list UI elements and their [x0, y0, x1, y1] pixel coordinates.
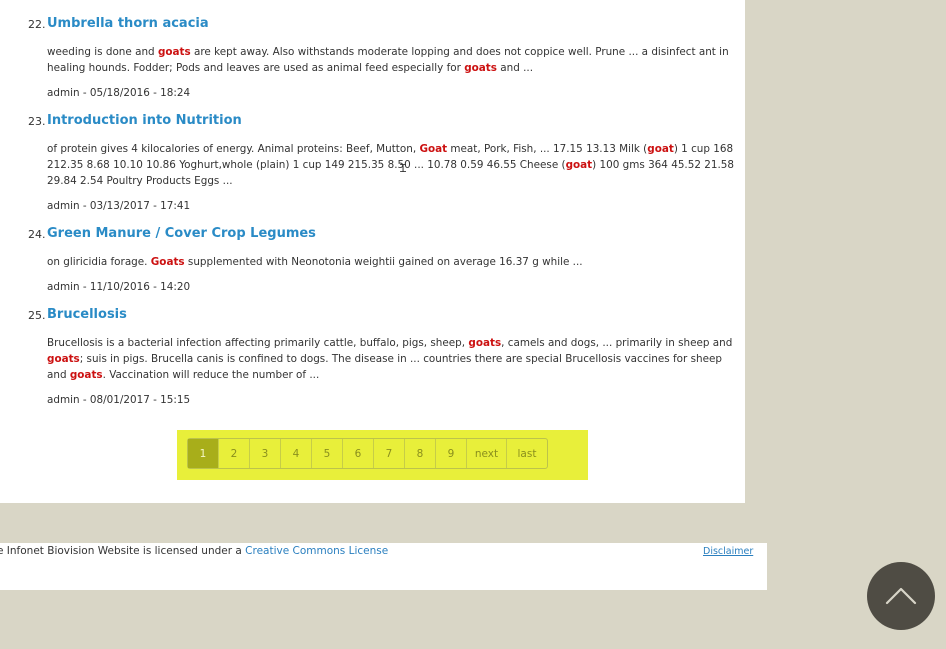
snippet-text: supplemented with Neonotonia weightii ga… [184, 256, 583, 268]
result-meta: admin - 03/13/2017 - 17:41 [47, 200, 191, 212]
result-title-link[interactable]: Umbrella thorn acacia [47, 16, 209, 31]
result-meta: admin - 11/10/2016 - 14:20 [47, 281, 191, 293]
snippet-text: meat, Pork, Fish, ... 17.15 13.13 Milk ( [447, 143, 648, 155]
highlighted-keyword: goats [468, 337, 502, 349]
result-number: 23. [28, 115, 46, 128]
page-6-button[interactable]: 6 [343, 439, 374, 468]
snippet-text: and ... [496, 62, 534, 74]
page-7-button[interactable]: 7 [374, 439, 405, 468]
snippet-text: weeding is done and [47, 46, 158, 58]
page-4-button[interactable]: 4 [281, 439, 312, 468]
result-number: 22. [28, 18, 46, 31]
highlighted-keyword: goats [69, 369, 103, 381]
result-snippet: weeding is done and goats are kept away.… [47, 44, 735, 76]
result-title-link[interactable]: Introduction into Nutrition [47, 113, 242, 128]
text-cursor-icon: Ɪ [400, 162, 407, 175]
result-snippet: on gliricidia forage. Goats supplemented… [47, 254, 735, 270]
result-meta: admin - 05/18/2016 - 18:24 [47, 87, 191, 99]
highlighted-keyword: Goats [150, 256, 185, 268]
license-link[interactable]: Creative Commons License [245, 545, 388, 557]
page-5-button[interactable]: 5 [312, 439, 343, 468]
last-page-button[interactable]: last [507, 439, 547, 468]
snippet-text: Brucellosis is a bacterial infection aff… [47, 337, 469, 349]
page-3-button[interactable]: 3 [250, 439, 281, 468]
highlighted-keyword: Goat [419, 143, 448, 155]
result-meta: admin - 08/01/2017 - 15:15 [47, 394, 191, 406]
disclaimer-link[interactable]: Disclaimer [703, 546, 753, 557]
highlighted-keyword: goats [464, 62, 497, 74]
license-text: e Infonet Biovision Website is licensed … [0, 545, 246, 557]
snippet-text: on gliricidia forage. [47, 256, 151, 268]
next-page-button[interactable]: next [467, 439, 507, 468]
page-9-button[interactable]: 9 [436, 439, 467, 468]
snippet-text: , camels and dogs, ... primarily in shee… [501, 337, 733, 349]
pager: 1 2 3 4 5 6 7 8 9 next last [187, 438, 548, 469]
result-snippet: of protein gives 4 kilocalories of energ… [47, 141, 735, 189]
highlighted-keyword: goat [647, 143, 674, 155]
highlighted-keyword: goats [47, 353, 80, 365]
page-1-button[interactable]: 1 [188, 439, 219, 468]
content-panel: 22. Umbrella thorn acacia weeding is don… [0, 0, 745, 503]
chevron-up-icon [885, 587, 917, 605]
result-title-link[interactable]: Green Manure / Cover Crop Legumes [47, 226, 316, 241]
snippet-text: of protein gives 4 kilocalories of energ… [47, 143, 420, 155]
result-number: 24. [28, 228, 46, 241]
result-snippet: Brucellosis is a bacterial infection aff… [47, 335, 735, 383]
highlighted-keyword: goats [157, 46, 191, 58]
snippet-text: . Vaccination will reduce the number of … [102, 369, 320, 381]
page-8-button[interactable]: 8 [405, 439, 436, 468]
highlighted-keyword: goat [565, 159, 593, 171]
scroll-to-top-button[interactable] [867, 562, 935, 630]
license-notice: e Infonet Biovision Website is licensed … [0, 545, 388, 557]
result-number: 25. [28, 309, 46, 322]
result-title-link[interactable]: Brucellosis [47, 307, 127, 322]
page-2-button[interactable]: 2 [219, 439, 250, 468]
